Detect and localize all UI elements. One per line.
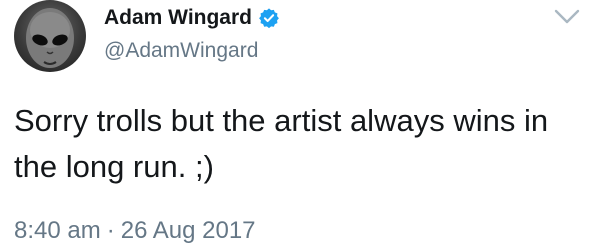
author-block[interactable]: Adam Wingard @AdamWingard xyxy=(104,3,280,63)
alien-face-image xyxy=(26,8,74,68)
tweet-timestamp[interactable]: 8:40 am · 26 Aug 2017 xyxy=(14,217,256,245)
chevron-down-icon[interactable] xyxy=(554,8,580,26)
tweet-date: 26 Aug 2017 xyxy=(120,217,256,244)
tweet-time: 8:40 am xyxy=(14,217,101,244)
avatar[interactable] xyxy=(14,0,86,72)
verified-badge-icon xyxy=(258,7,280,29)
display-name[interactable]: Adam Wingard xyxy=(104,6,252,30)
tweet-text: Sorry trolls but the artist always wins … xyxy=(14,103,549,184)
handle[interactable]: @AdamWingard xyxy=(104,39,280,63)
meta-separator: · xyxy=(106,217,115,244)
display-name-row: Adam Wingard xyxy=(104,3,280,33)
tweet-card: Adam Wingard @AdamWingard Sorry trolls b… xyxy=(0,0,600,247)
